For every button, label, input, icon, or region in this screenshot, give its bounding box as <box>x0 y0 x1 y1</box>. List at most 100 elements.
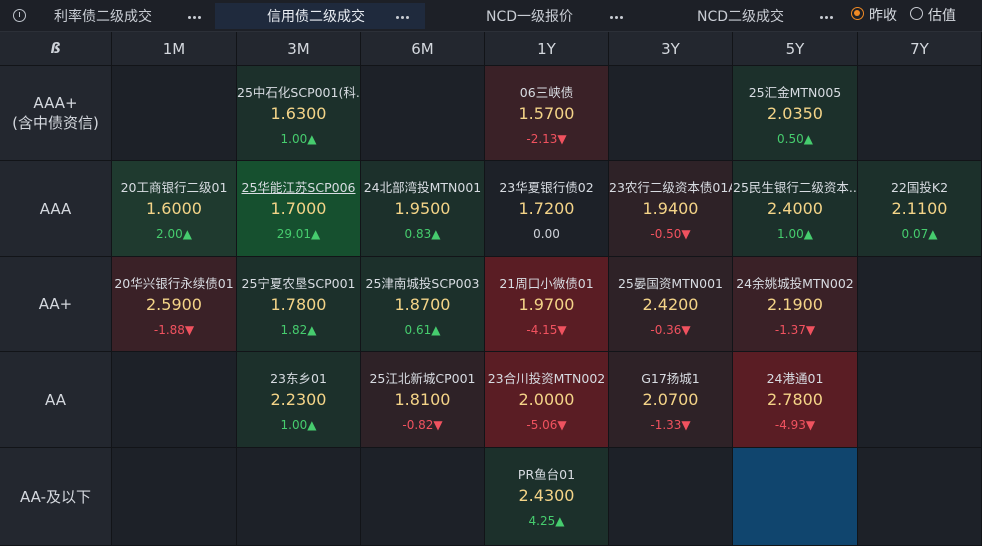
bond-name[interactable]: G17扬城1 <box>609 368 732 387</box>
bond-yield: 1.9500 <box>394 199 451 218</box>
column-header-3m[interactable]: 3M <box>237 32 361 66</box>
bond-change: -1.33▼ <box>650 418 691 432</box>
column-header-1m[interactable]: 1M <box>112 32 237 66</box>
column-header-5y[interactable]: 5Y <box>733 32 858 66</box>
bond-cell[interactable]: 25晏国资MTN001 2.4200 -0.36▼ <box>609 257 733 352</box>
bond-name[interactable]: 24北部湾投MTN001 <box>361 177 484 196</box>
column-header-3y[interactable]: 3Y <box>609 32 733 66</box>
bond-yield: 2.5900 <box>146 295 202 314</box>
bond-cell[interactable]: 20工商银行二级01 1.6000 2.00▲ <box>112 161 237 257</box>
row-header: AAA <box>0 161 112 257</box>
info-icon[interactable] <box>13 9 26 22</box>
bond-cell[interactable]: 24港通01 2.7800 -4.93▼ <box>733 352 858 448</box>
bond-change: 1.00▲ <box>280 132 317 146</box>
bond-cell[interactable]: 23东乡01 2.2300 1.00▲ <box>237 352 361 448</box>
column-header-7y[interactable]: 7Y <box>858 32 982 66</box>
bond-cell[interactable]: PR鱼台01 2.4300 4.25▲ <box>485 448 609 546</box>
bond-cell[interactable]: 23合川投资MTN002 2.0000 -5.06▼ <box>485 352 609 448</box>
bond-yield: 1.7800 <box>270 295 327 314</box>
bond-yield: 2.7800 <box>767 390 823 409</box>
bond-name[interactable]: 25晏国资MTN001 <box>609 273 732 292</box>
bond-name[interactable]: 06三峡债 <box>485 82 608 101</box>
more-icon[interactable] <box>610 11 624 21</box>
bond-cell[interactable]: 23农行二级资本债01A 1.9400 -0.50▼ <box>609 161 733 257</box>
bond-cell[interactable]: 22国投K2 2.1100 0.07▲ <box>858 161 982 257</box>
radio-prev-close[interactable] <box>851 7 864 20</box>
more-icon[interactable] <box>396 11 410 21</box>
tab-ncd-secondary[interactable]: NCD二级成交 <box>645 3 845 29</box>
bond-change: -2.13▼ <box>526 132 567 146</box>
bond-cell[interactable]: 21周口小微债01 1.9700 -4.15▼ <box>485 257 609 352</box>
bond-change: -5.06▼ <box>526 418 567 432</box>
bond-name[interactable]: 24余姚城投MTN002 <box>733 273 857 292</box>
tab-rate-bond[interactable]: 利率债二级成交 <box>30 3 210 29</box>
bond-cell[interactable]: 25江北新城CP001 1.8100 -0.82▼ <box>361 352 485 448</box>
bond-change: -1.88▼ <box>153 323 195 337</box>
bond-change: -4.93▼ <box>774 418 816 432</box>
more-icon[interactable] <box>820 11 834 21</box>
bond-name[interactable]: 25华能江苏SCP006 <box>237 177 360 196</box>
bond-cell[interactable]: 20华兴银行永续债01 2.5900 -1.88▼ <box>112 257 237 352</box>
bond-change: 2.00▲ <box>156 227 192 241</box>
bond-yield: 1.9700 <box>518 295 575 314</box>
bond-cell[interactable]: 06三峡债 1.5700 -2.13▼ <box>485 66 609 161</box>
bond-change: 29.01▲ <box>276 227 321 241</box>
bond-name[interactable]: PR鱼台01 <box>485 464 608 483</box>
bond-yield: 1.7200 <box>518 199 575 218</box>
bond-cell[interactable]: 25中石化SCP001(科... 1.6300 1.00▲ <box>237 66 361 161</box>
bond-change: -4.15▼ <box>526 323 567 337</box>
bond-cell[interactable]: 23华夏银行债02 1.7200 0.00 <box>485 161 609 257</box>
bond-name[interactable]: 22国投K2 <box>858 177 981 196</box>
bond-name[interactable]: 24港通01 <box>733 368 857 387</box>
empty-cell <box>609 66 733 161</box>
bond-cell[interactable]: 25宁夏农垦SCP001 1.7800 1.82▲ <box>237 257 361 352</box>
bond-cell[interactable]: G17扬城1 2.0700 -1.33▼ <box>609 352 733 448</box>
corner-logo-cell: ß <box>0 32 112 66</box>
bond-cell[interactable]: 25汇金MTN005 2.0350 0.50▲ <box>733 66 858 161</box>
bond-name[interactable]: 23东乡01 <box>237 368 360 387</box>
bond-yield: 1.6000 <box>146 199 202 218</box>
bond-change: 0.07▲ <box>901 227 938 241</box>
bond-change: 1.00▲ <box>280 418 317 432</box>
bond-name[interactable]: 25津南城投SCP003 <box>361 273 484 292</box>
empty-cell <box>858 66 982 161</box>
bond-cell[interactable]: 24余姚城投MTN002 2.1900 -1.37▼ <box>733 257 858 352</box>
empty-cell <box>361 66 485 161</box>
bond-cell[interactable]: 24北部湾投MTN001 1.9500 0.83▲ <box>361 161 485 257</box>
empty-cell <box>858 257 982 352</box>
bond-name[interactable]: 23农行二级资本债01A <box>609 177 732 196</box>
bond-cell[interactable]: 25津南城投SCP003 1.8700 0.61▲ <box>361 257 485 352</box>
bond-change: 1.00▲ <box>777 227 813 241</box>
tab-ncd-primary[interactable]: NCD一级报价 <box>430 3 640 29</box>
bond-name[interactable]: 25汇金MTN005 <box>733 82 857 101</box>
bond-change: 0.83▲ <box>404 227 441 241</box>
bond-name[interactable]: 23华夏银行债02 <box>485 177 608 196</box>
column-header-1y[interactable]: 1Y <box>485 32 609 66</box>
column-header-6m[interactable]: 6M <box>361 32 485 66</box>
bond-change: -0.82▼ <box>402 418 443 432</box>
bond-yield: 2.0700 <box>642 390 699 409</box>
bond-yield: 2.0350 <box>767 104 823 123</box>
bond-name[interactable]: 20华兴银行永续债01 <box>112 273 236 292</box>
bond-cell[interactable] <box>733 448 858 546</box>
tab-credit-bond[interactable]: 信用债二级成交 <box>215 3 425 29</box>
bond-cell[interactable]: 25民生银行二级资本... 2.4000 1.00▲ <box>733 161 858 257</box>
bond-name[interactable]: 25民生银行二级资本... <box>733 177 857 196</box>
bond-name[interactable]: 25宁夏农垦SCP001 <box>237 273 360 292</box>
bond-change: -0.36▼ <box>650 323 691 337</box>
bond-name[interactable]: 21周口小微债01 <box>485 273 608 292</box>
radio-valuation[interactable] <box>910 7 923 20</box>
more-icon[interactable] <box>188 11 202 21</box>
bond-cell[interactable]: 25华能江苏SCP006 1.7000 29.01▲ <box>237 161 361 257</box>
tab-label: 信用债二级成交 <box>267 9 365 25</box>
bond-name[interactable]: 25中石化SCP001(科... <box>237 82 360 101</box>
empty-cell <box>858 448 982 546</box>
bond-name[interactable]: 20工商银行二级01 <box>112 177 236 196</box>
bond-yield: 1.6300 <box>270 104 327 123</box>
row-header: AA <box>0 352 112 448</box>
bond-name[interactable]: 25江北新城CP001 <box>361 368 484 387</box>
tab-label: NCD二级成交 <box>697 9 785 25</box>
bond-change: -0.50▼ <box>650 227 691 241</box>
bond-name[interactable]: 23合川投资MTN002 <box>485 368 608 387</box>
row-header: AA+ <box>0 257 112 352</box>
